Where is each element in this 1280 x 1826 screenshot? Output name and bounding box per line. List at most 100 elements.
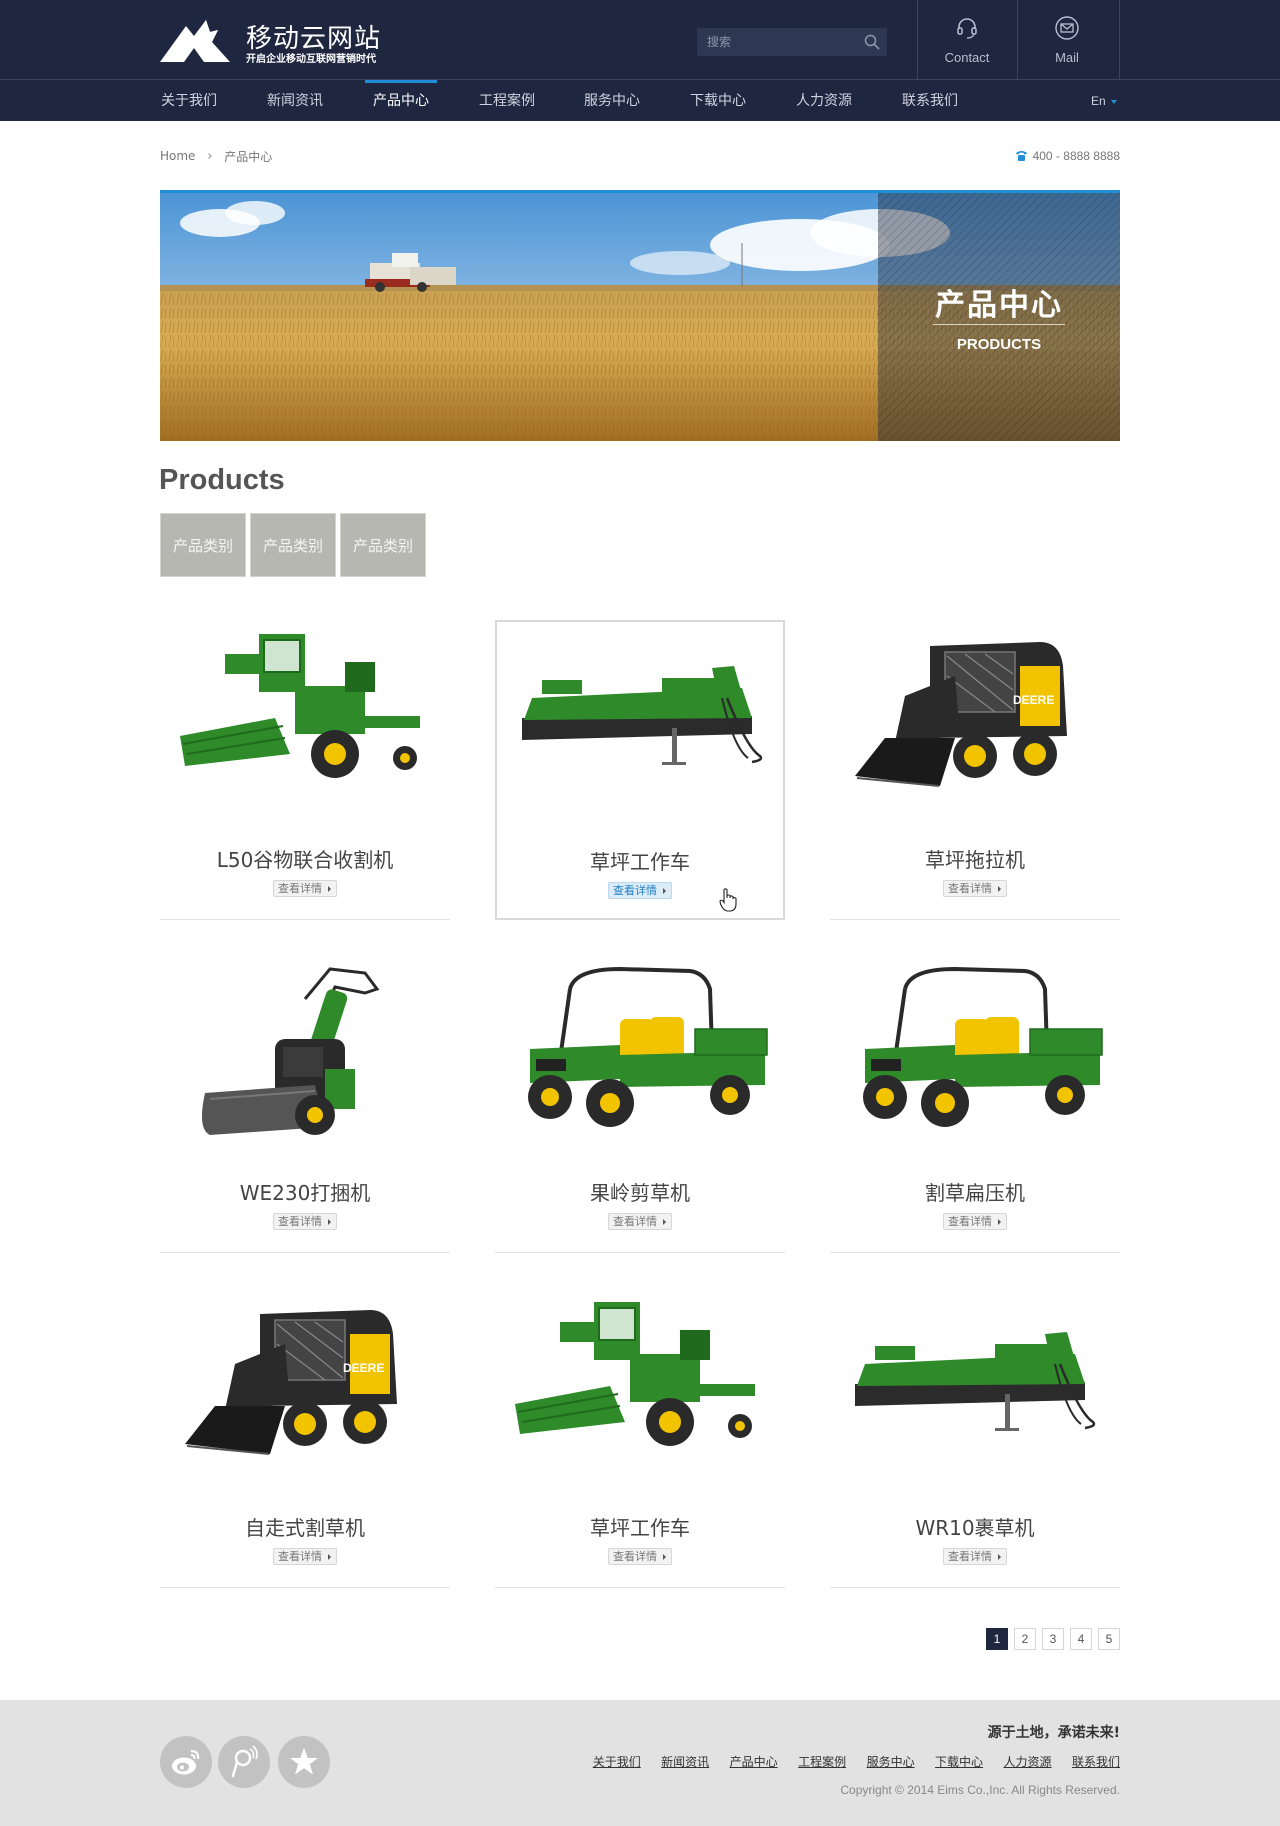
footer-link-news[interactable]: 新闻资讯 [661, 1753, 709, 1770]
page-button-2[interactable]: 2 [1014, 1628, 1036, 1650]
product-card[interactable]: 割草扁压机 查看详情 [830, 953, 1120, 1253]
view-details-button[interactable]: 查看详情 [608, 1548, 672, 1565]
utility-vehicle-image[interactable] [495, 959, 785, 1139]
mail-link[interactable]: Mail [1017, 0, 1117, 80]
product-name[interactable]: 草坪拖拉机 [830, 844, 1120, 873]
breadcrumb-current: 产品中心 [224, 150, 273, 164]
mower-conditioner-image[interactable] [497, 628, 787, 808]
product-name[interactable]: 自走式割草机 [160, 1512, 450, 1541]
product-card[interactable]: 果岭剪草机 查看详情 [495, 953, 785, 1253]
phone-number: 400 - 8888 8888 [1015, 149, 1120, 163]
page-button-5[interactable]: 5 [1098, 1628, 1120, 1650]
page-button-3[interactable]: 3 [1042, 1628, 1064, 1650]
view-details-button[interactable]: 查看详情 [943, 1213, 1007, 1230]
view-details-button[interactable]: 查看详情 [273, 1548, 337, 1565]
nav-item-cases[interactable]: 工程案例 [479, 81, 535, 121]
nav-item-contact[interactable]: 联系我们 [902, 81, 958, 121]
site-logo[interactable]: 移动云网站 开启企业移动互联网营销时代 [160, 18, 400, 65]
utility-vehicle-image[interactable] [830, 959, 1120, 1139]
header-divider [1119, 0, 1120, 80]
breadcrumb: Home › 产品中心 [160, 148, 272, 165]
hero-banner: 产品中心 PRODUCTS [160, 190, 1120, 441]
view-details-button[interactable]: 查看详情 [943, 1548, 1007, 1565]
mower-conditioner-image[interactable] [830, 1294, 1120, 1474]
product-card[interactable]: WE230打捆机查看详情 [160, 953, 450, 1253]
product-name[interactable]: 草坪工作车 [497, 846, 783, 875]
chevron-right-icon: › [207, 149, 213, 164]
combine-harvester-image[interactable] [495, 1294, 785, 1474]
site-footer: 源于土地，承诺未来! 关于我们 新闻资讯 产品中心 工程案例 服务中心 下载中心… [0, 1700, 1280, 1826]
brand-subtitle: 开启企业移动互联网营销时代 [246, 54, 376, 65]
language-label: En [1091, 94, 1106, 108]
view-details-button[interactable]: 查看详情 [273, 1213, 337, 1230]
product-name[interactable]: 草坪工作车 [495, 1512, 785, 1541]
tencent-weibo-icon[interactable] [218, 1736, 270, 1788]
footer-link-about[interactable]: 关于我们 [593, 1753, 641, 1770]
walk-behind-mower-image[interactable] [160, 959, 450, 1139]
combine-harvester-image[interactable] [160, 626, 450, 806]
headset-icon [957, 18, 977, 39]
footer-link-hr[interactable]: 人力资源 [1004, 1753, 1052, 1770]
phone-icon [1015, 151, 1027, 161]
nav-item-about[interactable]: 关于我们 [161, 81, 217, 121]
view-details-button[interactable]: 查看详情 [608, 882, 672, 899]
footer-link-service[interactable]: 服务中心 [867, 1753, 915, 1770]
nav-item-hr[interactable]: 人力资源 [796, 81, 852, 121]
search-box [697, 28, 887, 56]
svg-text:DEERE: DEERE [1013, 693, 1054, 707]
product-card[interactable]: DEERE 草坪拖拉机查看详情 [830, 620, 1120, 920]
footer-link-products[interactable]: 产品中心 [730, 1753, 778, 1770]
chevron-down-icon [1110, 99, 1117, 104]
mail-label: Mail [1055, 50, 1079, 65]
banner-title: 产品中心 [935, 288, 1063, 323]
product-card[interactable]: WR10裹草机查看详情 [830, 1288, 1120, 1588]
product-card[interactable]: 草坪工作车 查看详情 [495, 1288, 785, 1588]
product-name[interactable]: WR10裹草机 [830, 1512, 1120, 1541]
banner-subtitle: PRODUCTS [956, 336, 1042, 353]
phone-text: 400 - 8888 8888 [1032, 149, 1120, 163]
view-details-button[interactable]: 查看详情 [273, 880, 337, 897]
product-card[interactable]: DEERE 自走式割草机查看详情 [160, 1288, 450, 1588]
search-icon[interactable] [863, 33, 881, 51]
hand-cursor-icon [719, 888, 737, 912]
footer-links: 关于我们 新闻资讯 产品中心 工程案例 服务中心 下载中心 人力资源 联系我们 [577, 1753, 1120, 1771]
page-button-1[interactable]: 1 [986, 1628, 1008, 1650]
logo-mountain-icon [160, 20, 230, 62]
svg-text:DEERE: DEERE [343, 1361, 384, 1375]
product-card[interactable]: L50谷物联合收割机查看详情 [160, 620, 450, 920]
product-name[interactable]: WE230打捆机 [160, 1177, 450, 1206]
product-card[interactable]: 草坪工作车 查看详情 [495, 620, 785, 920]
product-name[interactable]: 果岭剪草机 [495, 1177, 785, 1206]
mail-icon [1055, 16, 1079, 40]
footer-link-contact[interactable]: 联系我们 [1072, 1753, 1120, 1770]
breadcrumb-home[interactable]: Home [160, 149, 195, 163]
category-button-2[interactable]: 产品类别 [250, 513, 336, 577]
site-header: 移动云网站 开启企业移动互联网营销时代 Contact [0, 0, 1280, 121]
footer-slogan: 源于土地，承诺未来! [987, 1725, 1120, 1741]
category-button-3[interactable]: 产品类别 [340, 513, 426, 577]
contact-link[interactable]: Contact [917, 0, 1017, 80]
skid-steer-loader-image[interactable]: DEERE [830, 626, 1120, 806]
banner-divider [933, 324, 1065, 325]
nav-item-products[interactable]: 产品中心 [365, 80, 437, 121]
page-button-4[interactable]: 4 [1070, 1628, 1092, 1650]
main-nav: 关于我们 新闻资讯 产品中心 工程案例 服务中心 下载中心 人力资源 联系我们 [0, 80, 1280, 121]
copyright: Copyright © 2014 Eims Co.,Inc. All Right… [840, 1783, 1120, 1797]
nav-item-download[interactable]: 下载中心 [690, 81, 746, 121]
product-name[interactable]: 割草扁压机 [830, 1177, 1120, 1206]
nav-item-service[interactable]: 服务中心 [584, 81, 640, 121]
product-name[interactable]: L50谷物联合收割机 [160, 844, 450, 873]
skid-steer-loader-image[interactable]: DEERE [160, 1294, 450, 1474]
contact-label: Contact [944, 50, 990, 65]
view-details-button[interactable]: 查看详情 [943, 880, 1007, 897]
language-switch[interactable]: En [1091, 81, 1117, 121]
view-details-button[interactable]: 查看详情 [608, 1213, 672, 1230]
products-heading: Products [159, 464, 285, 496]
favorite-icon[interactable] [278, 1736, 330, 1788]
footer-link-cases[interactable]: 工程案例 [798, 1753, 846, 1770]
footer-link-download[interactable]: 下载中心 [935, 1753, 983, 1770]
nav-item-news[interactable]: 新闻资讯 [267, 81, 323, 121]
category-button-1[interactable]: 产品类别 [160, 513, 246, 577]
weibo-icon[interactable] [160, 1736, 212, 1788]
search-input[interactable] [697, 28, 857, 56]
